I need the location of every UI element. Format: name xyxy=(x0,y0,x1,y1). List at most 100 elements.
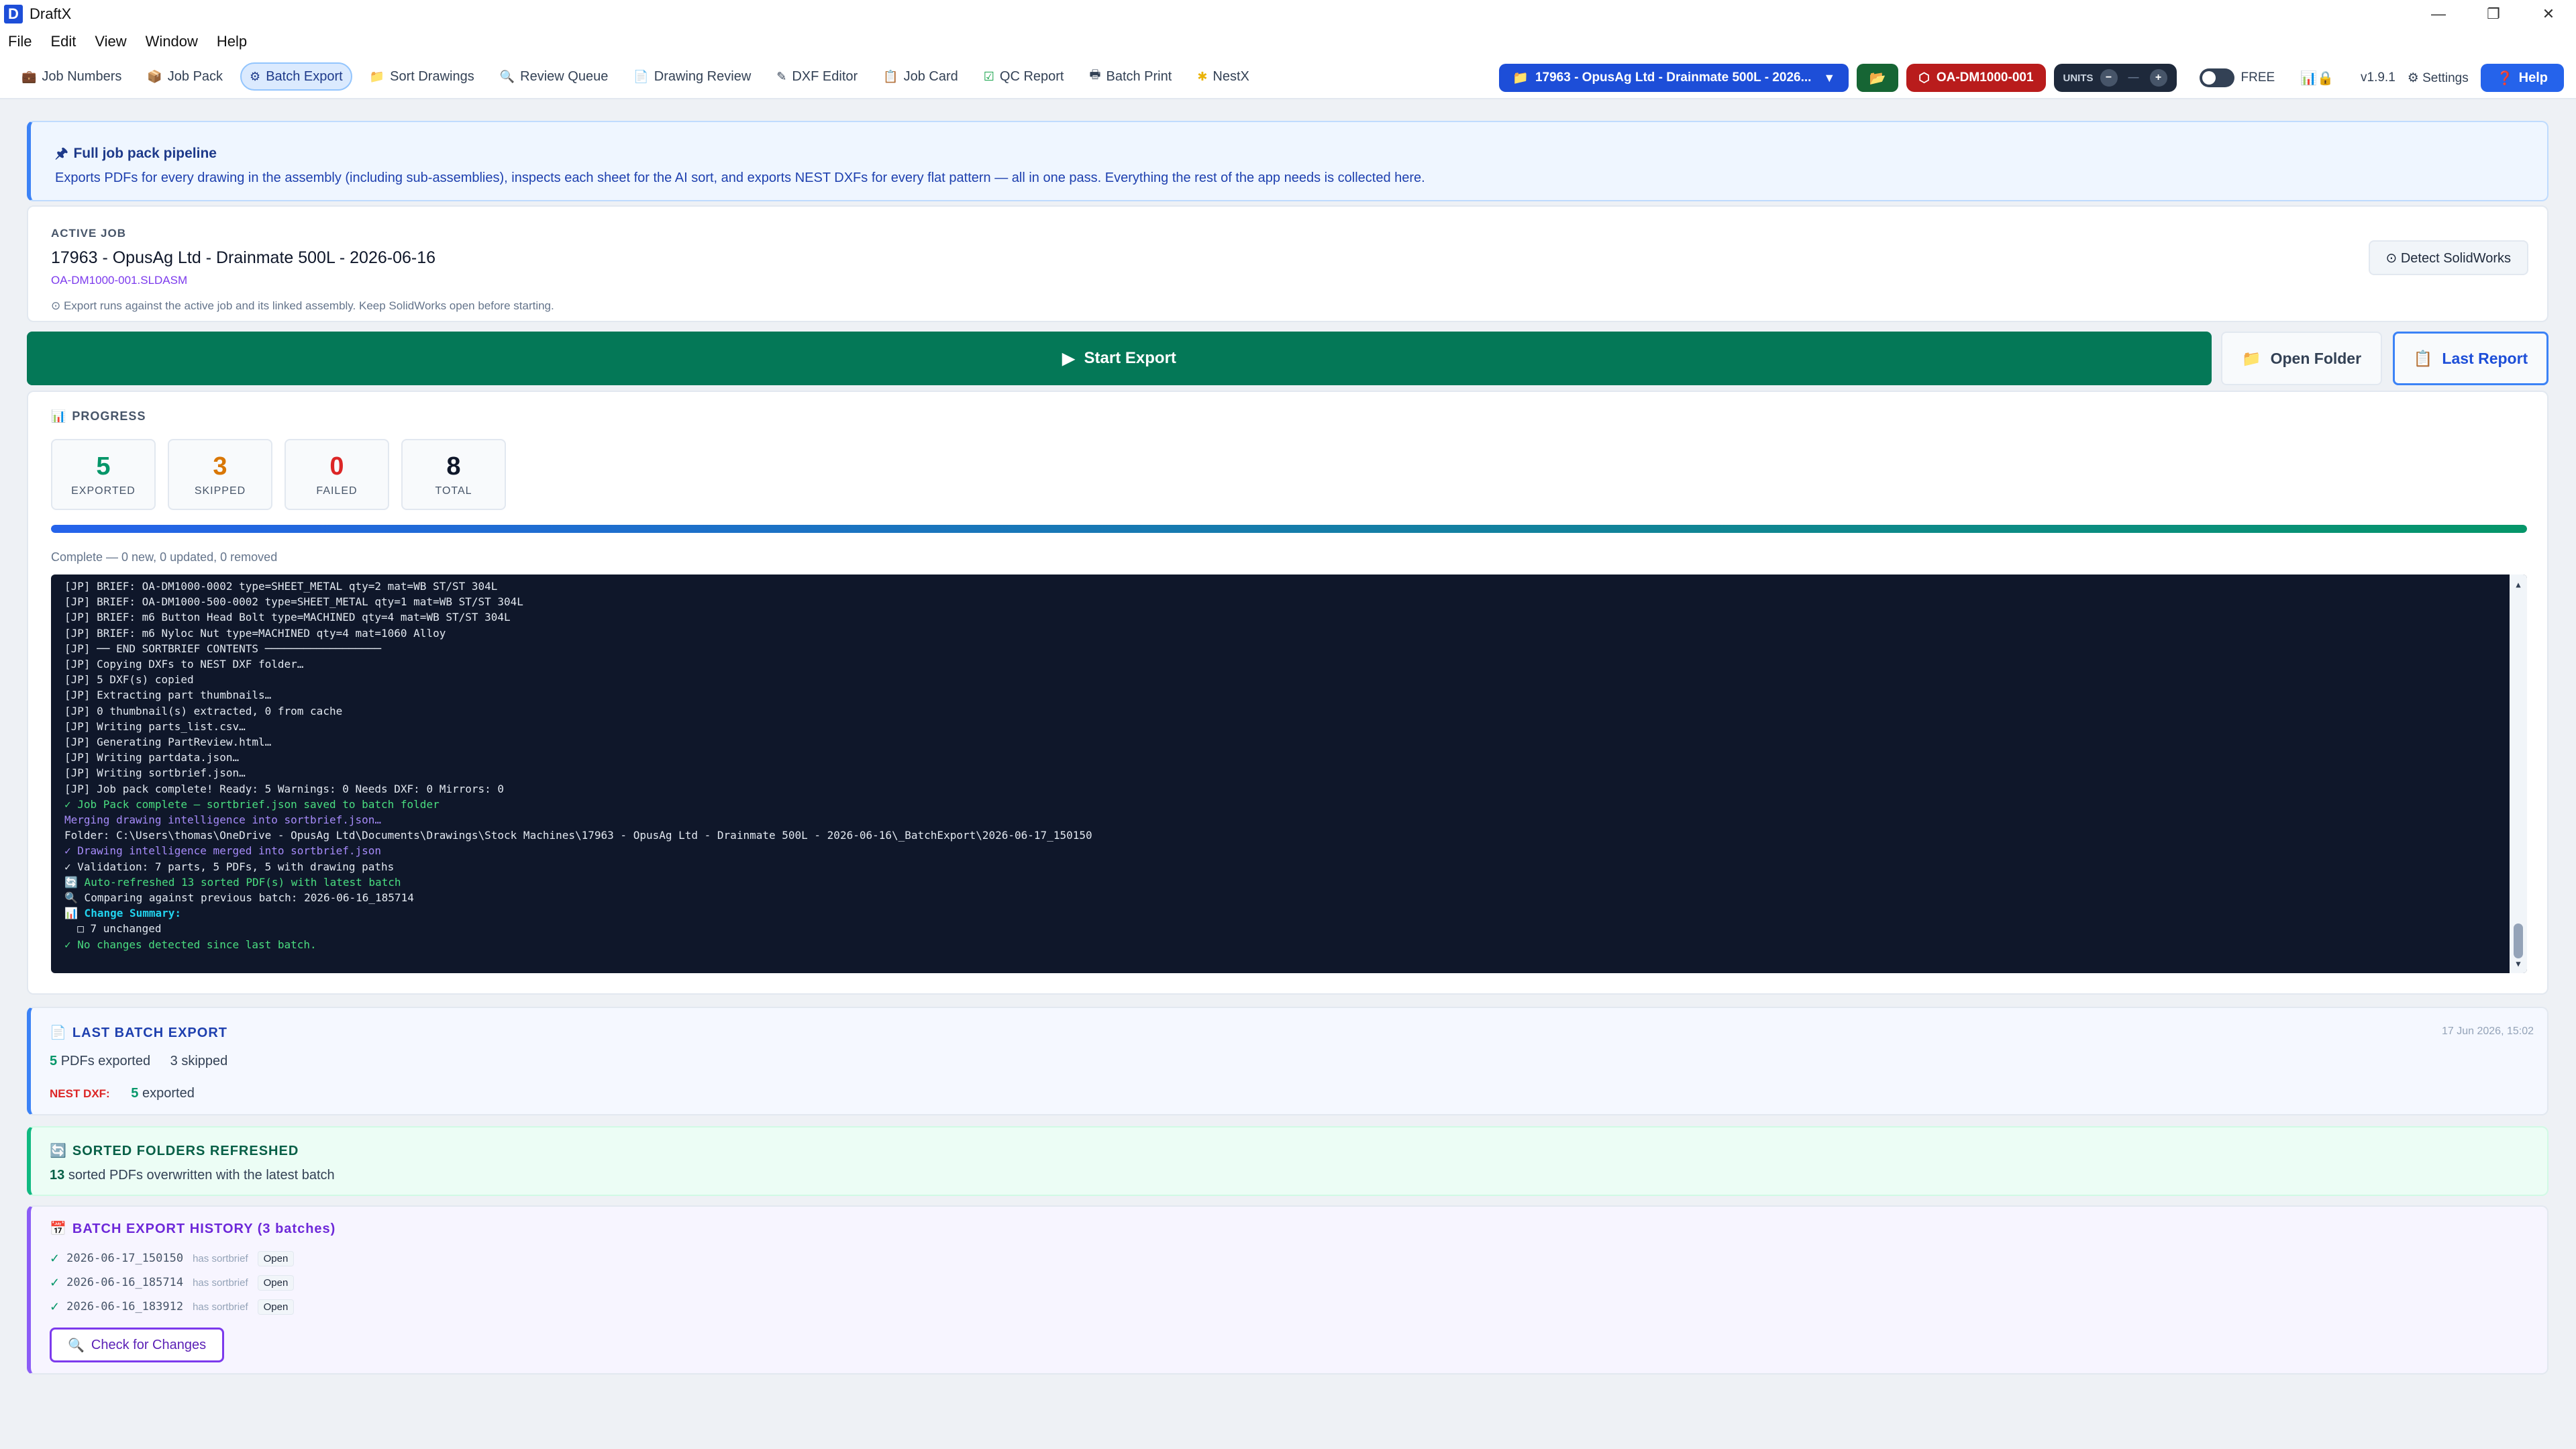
menu-view[interactable]: View xyxy=(95,33,126,50)
units-label: UNITS xyxy=(2063,72,2094,84)
stat-value: 0 xyxy=(329,452,344,481)
stat-label: TOTAL xyxy=(435,485,472,497)
last-report-button[interactable]: 📋 Last Report xyxy=(2393,332,2548,385)
tab-job-card[interactable]: 📋 Job Card xyxy=(875,62,966,91)
job-selector[interactable]: 📁 17963 - OpusAg Ltd - Drainmate 500L - … xyxy=(1499,64,1849,92)
close-button[interactable]: ✕ xyxy=(2521,0,2576,28)
briefcase-icon: 💼 xyxy=(21,69,37,83)
sorted-folders-card: 🔄 SORTED FOLDERS REFRESHED 13 sorted PDFs… xyxy=(27,1126,2548,1196)
tab-batch-export[interactable]: ⚙ Batch Export xyxy=(240,62,352,91)
minimize-button[interactable]: — xyxy=(2411,0,2466,28)
console-line: [JP] Writing partdata.json… xyxy=(64,751,240,764)
clipboard-icon: 📋 xyxy=(883,69,898,83)
console-line: Folder: C:\Users\thomas\OneDrive - OpusA… xyxy=(64,829,1092,842)
units-decrease-button[interactable]: − xyxy=(2100,69,2118,87)
document-icon: 📄 xyxy=(633,69,649,83)
open-folder-label: Open Folder xyxy=(2270,349,2362,367)
progress-bar xyxy=(51,525,2527,533)
status-icons[interactable]: 📊🔒 xyxy=(2300,70,2334,87)
last-batch-pdf-summary: 5 PDFs exported 3 skipped xyxy=(50,1054,227,1069)
history-open-button[interactable]: Open xyxy=(257,1250,295,1266)
check-icon: ✓ xyxy=(50,1251,60,1265)
history-row: ✓ 2026-06-16_185714 has sortbrief Open xyxy=(50,1272,295,1293)
license-toggle[interactable] xyxy=(2199,68,2234,87)
check-icon: ✓ xyxy=(50,1299,60,1313)
pipeline-description: Exports PDFs for every drawing in the as… xyxy=(55,170,1425,185)
sorted-count: 13 xyxy=(50,1168,65,1183)
assembly-chip-label: OA-DM1000-001 xyxy=(1936,70,2034,85)
last-batch-title-text: LAST BATCH EXPORT xyxy=(72,1026,227,1040)
restore-button[interactable]: ❐ xyxy=(2466,0,2521,28)
menu-help[interactable]: Help xyxy=(217,33,247,50)
tab-label: Review Queue xyxy=(520,68,609,84)
stat-failed: 0 FAILED xyxy=(285,439,389,510)
console-line: [JP] Writing sortbrief.json… xyxy=(64,766,246,780)
open-job-folder-button[interactable]: 📂 xyxy=(1857,64,1899,92)
tab-job-numbers[interactable]: 💼 Job Numbers xyxy=(13,62,130,91)
help-button[interactable]: ❓ Help xyxy=(2480,64,2564,92)
tab-review-queue[interactable]: 🔍 Review Queue xyxy=(492,62,617,91)
console-line: [JP] 0 thumbnail(s) extracted, 0 from ca… xyxy=(64,704,343,717)
stat-value: 5 xyxy=(96,452,111,481)
assembly-chip[interactable]: ⬡ OA-DM1000-001 xyxy=(1906,64,2046,92)
checkbox-icon: ☑ xyxy=(983,69,994,83)
tab-batch-print[interactable]: 🖶 Batch Print xyxy=(1081,62,1180,91)
pdfs-exported-count: 5 xyxy=(50,1054,58,1068)
export-log-console[interactable]: [JP] BRIEF: OA-DM1000-0002 type=SHEET_ME… xyxy=(51,574,2527,973)
job-selector-label: 17963 - OpusAg Ltd - Drainmate 500L - 20… xyxy=(1535,70,1812,85)
menu-file[interactable]: File xyxy=(8,33,32,50)
tab-drawing-review[interactable]: 📄 Drawing Review xyxy=(625,62,759,91)
active-job-label: ACTIVE JOB xyxy=(51,227,127,240)
scroll-thumb[interactable] xyxy=(2514,923,2523,958)
check-for-changes-label: Check for Changes xyxy=(91,1337,207,1352)
console-line: [JP] BRIEF: OA-DM1000-500-0002 type=SHEE… xyxy=(64,595,523,609)
console-line: ✓ Validation: 7 parts, 5 PDFs, 5 with dr… xyxy=(64,860,395,873)
scroll-down-icon[interactable]: ▼ xyxy=(2510,956,2527,972)
scroll-up-icon[interactable]: ▲ xyxy=(2510,577,2527,593)
package-icon: 📦 xyxy=(147,69,162,83)
menu-window[interactable]: Window xyxy=(146,33,198,50)
assembly-file-link[interactable]: OA-DM1000-001.SLDASM xyxy=(51,274,187,287)
tab-qc-report[interactable]: ☑ QC Report xyxy=(976,62,1072,91)
sortbrief-badge: has sortbrief xyxy=(193,1252,248,1264)
detect-solidworks-button[interactable]: ⊙ Detect SolidWorks xyxy=(2368,240,2528,275)
progress-card: 📊 PROGRESS 5 EXPORTED 3 SKIPPED 0 FAILED … xyxy=(27,391,2548,995)
history-open-button[interactable]: Open xyxy=(257,1299,295,1315)
settings-button[interactable]: ⚙ Settings xyxy=(2408,70,2469,86)
window-controls: — ❐ ✕ xyxy=(2411,0,2576,28)
tab-job-pack[interactable]: 📦 Job Pack xyxy=(139,62,231,91)
units-increase-button[interactable]: + xyxy=(2149,69,2167,87)
tab-sort-drawings[interactable]: 📁 Sort Drawings xyxy=(362,62,482,91)
stat-label: SKIPPED xyxy=(194,485,246,497)
tab-label: Job Pack xyxy=(167,68,223,84)
open-folder-button[interactable]: 📁 Open Folder xyxy=(2221,332,2382,385)
sparkle-icon: ✱ xyxy=(1197,69,1208,83)
start-export-button[interactable]: ▶ Start Export xyxy=(27,332,2212,385)
console-scrollbar[interactable]: ▲ ▼ xyxy=(2510,574,2527,973)
history-title-text: BATCH EXPORT HISTORY (3 batches) xyxy=(72,1221,336,1236)
console-line: [JP] Generating PartReview.html… xyxy=(64,736,272,749)
menu-edit[interactable]: Edit xyxy=(50,33,76,50)
console-line: 📊 Change Summary: xyxy=(64,907,182,920)
pipeline-title: 🖈 Full job pack pipeline xyxy=(55,144,217,167)
tab-nestx[interactable]: ✱ NestX xyxy=(1189,62,1257,91)
history-title: 📅 BATCH EXPORT HISTORY (3 batches) xyxy=(50,1220,336,1237)
start-export-label: Start Export xyxy=(1084,349,1176,367)
last-batch-title: 📄 LAST BATCH EXPORT xyxy=(50,1024,227,1041)
check-for-changes-button[interactable]: 🔍 Check for Changes xyxy=(50,1328,225,1362)
chart-icon: 📊 xyxy=(51,409,67,423)
history-open-button[interactable]: Open xyxy=(257,1275,295,1291)
stat-exported: 5 EXPORTED xyxy=(51,439,156,510)
history-row: ✓ 2026-06-17_150150 has sortbrief Open xyxy=(50,1248,295,1268)
pin-icon: 🖈 xyxy=(55,146,68,161)
console-line: ✓ Job Pack complete — sortbrief.json sav… xyxy=(64,797,440,811)
history-timestamp: 2026-06-17_150150 xyxy=(66,1252,184,1265)
last-batch-date: 17 Jun 2026, 15:02 xyxy=(2441,1026,2534,1037)
search-icon: 🔍 xyxy=(68,1338,85,1353)
nest-dxf-count: 5 xyxy=(131,1086,139,1101)
active-job-name: 17963 - OpusAg Ltd - Drainmate 500L - 20… xyxy=(51,248,436,267)
play-icon: ▶ xyxy=(1062,349,1075,368)
tab-label: Drawing Review xyxy=(654,68,752,84)
tab-dxf-editor[interactable]: ✎ DXF Editor xyxy=(768,62,866,91)
active-job-card: ACTIVE JOB 17963 - OpusAg Ltd - Drainmat… xyxy=(27,205,2548,322)
